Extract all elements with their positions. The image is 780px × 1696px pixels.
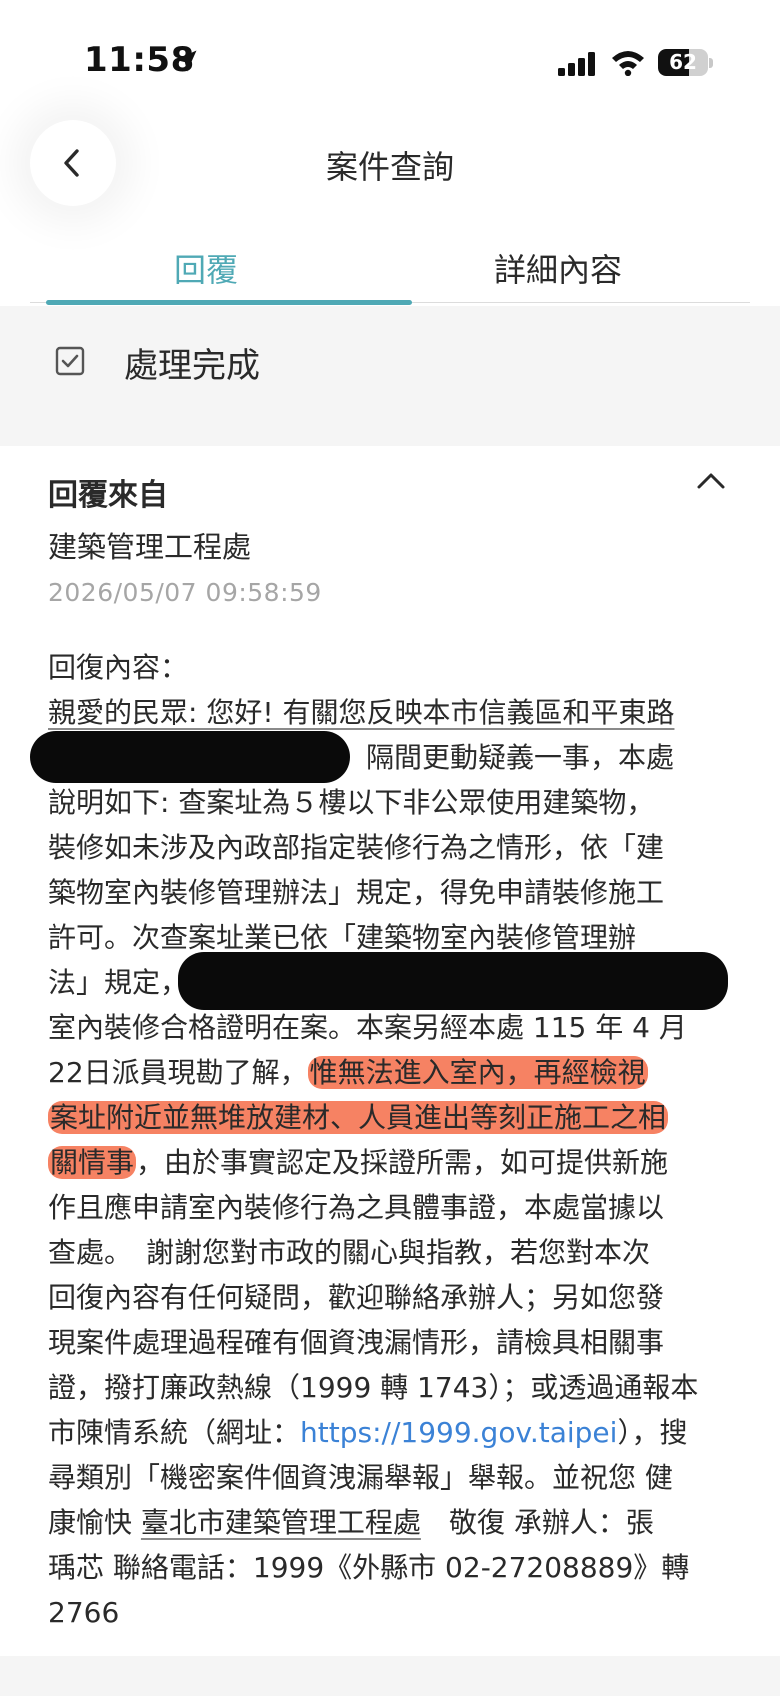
reply-line: 市陳情系統（網址：https://1999.gov.taipei），搜 (48, 1410, 738, 1455)
reply-from-label: 回覆來自 (48, 478, 168, 513)
battery-percent: 62 (669, 50, 697, 74)
reply-text: 說明如下: 查案址為５樓以下非公眾使用建築物， (48, 786, 655, 819)
reply-line: 現案件處理過程確有個資洩漏情形，請檢具相關事 (48, 1320, 738, 1365)
reply-line: 室內裝修合格證明在案。本案另經本處 115 年 4 月 (48, 1005, 738, 1050)
reply-text: 回復內容有任何疑問，歡迎聯絡承辦人；另如您發 (48, 1281, 665, 1314)
reply-line: 尋類別「機密案件個資洩漏舉報」舉報。並祝您 健 (48, 1455, 738, 1500)
reply-text: 證，撥打廉政熱線（1999 轉 1743）；或透過通報本 (48, 1371, 699, 1404)
reply-text: ，由於事實認定及採證所需，如可提供新施 (136, 1146, 669, 1179)
reply-text: 親愛的民眾: 您好! 有關您反映本市信義區和平東路 (48, 696, 675, 729)
redaction-mark (30, 731, 350, 783)
bottom-strip (0, 1656, 780, 1696)
reply-text: 室內裝修合格證明在案。本案另經本處 115 年 4 月 (48, 1011, 687, 1044)
reply-line: 查處。 謝謝您對市政的關心與指教，若您對本次 (48, 1230, 738, 1275)
reply-text: 22日派員現勘了解， (48, 1056, 308, 1089)
reply-text: ），搜 (617, 1416, 688, 1449)
status-bar: 11:58 62 (0, 0, 780, 120)
reply-text: 尋類別「機密案件個資洩漏舉報」舉報。並祝您 健 (48, 1461, 673, 1494)
reply-text: 敬復 承辦人：張 (420, 1506, 654, 1539)
reply-text: 作且應申請室內裝修行為之具體事證，本處當據以 (48, 1191, 665, 1224)
highlighted-text: 關情事 (48, 1146, 137, 1179)
case-status-section: 處理完成 (0, 306, 780, 446)
highlighted-text: 惟無法進入室內，再經檢視 (307, 1056, 648, 1089)
reply-text: 現案件處理過程確有個資洩漏情形，請檢具相關事 (48, 1326, 665, 1359)
reply-text: 查處。 謝謝您對市政的關心與指教，若您對本次 (48, 1236, 651, 1269)
reply-text: 築物室內裝修管理辦法」規定，得免申請裝修施工 (48, 876, 665, 909)
petition-site-link[interactable]: https://1999.gov.taipei (300, 1416, 617, 1449)
reply-line: 回復內容有任何疑問，歡迎聯絡承辦人；另如您發 (48, 1275, 738, 1320)
reply-text: 法」規定， (48, 966, 189, 999)
reply-line: 證，撥打廉政熱線（1999 轉 1743）；或透過通報本 (48, 1365, 738, 1410)
reply-text: 隔間更動疑義一事，本處 (366, 741, 675, 774)
reply-line: 2766 (48, 1590, 738, 1635)
wifi-icon (612, 51, 644, 76)
reply-line: 裝修如未涉及內政部指定裝修行為之情形，依「建 (48, 825, 738, 870)
reply-text: 裝修如未涉及內政部指定裝修行為之情形，依「建 (48, 831, 665, 864)
reply-text: 許可。次查案址業已依「建築物室內裝修管理辦 (48, 921, 637, 954)
reply-line: 案址附近並無堆放建材、人員進出等刻正施工之相 (48, 1095, 738, 1140)
reply-text: 瑀芯 聯絡電話：1999《外縣市 02-27208889》轉 (48, 1551, 690, 1584)
tab-bar: 回覆 詳細內容 (30, 240, 750, 306)
battery-cap (709, 58, 713, 68)
chevron-up-icon[interactable] (696, 468, 726, 492)
checkbox-checked-icon (55, 346, 85, 376)
redaction-mark (178, 952, 728, 1010)
page-title: 案件查詢 (325, 148, 454, 186)
reply-line: 作且應申請室內裝修行為之具體事證，本處當據以 (48, 1185, 738, 1230)
reply-department: 建築管理工程處 (48, 530, 252, 564)
reply-line: 22日派員現勘了解，惟無法進入室內，再經檢視 (48, 1050, 738, 1095)
active-tab-indicator (46, 300, 412, 305)
reply-line: 親愛的民眾: 您好! 有關您反映本市信義區和平東路 (48, 690, 738, 735)
case-status-label: 處理完成 (124, 346, 260, 386)
reply-body: 親愛的民眾: 您好! 有關您反映本市信義區和平東路 隔間更動疑義一事，本處 說明… (30, 690, 738, 1635)
reply-timestamp: 2026/05/07 09:58:59 (48, 578, 322, 607)
reply-text: 市陳情系統（網址： (48, 1416, 301, 1449)
reply-line: 隔間更動疑義一事，本處 (30, 731, 738, 783)
reply-text: 2766 (48, 1596, 120, 1629)
tab-details[interactable]: 詳細內容 (382, 240, 734, 300)
signature-department: 臺北市建築管理工程處 (140, 1506, 421, 1539)
highlighted-text: 案址附近並無堆放建材、人員進出等刻正施工之相 (48, 1101, 669, 1134)
reply-line: 築物室內裝修管理辦法」規定，得免申請裝修施工 (48, 870, 738, 915)
reply-line: 法」規定， (48, 952, 738, 1010)
reply-line: 瑀芯 聯絡電話：1999《外縣市 02-27208889》轉 (48, 1545, 738, 1590)
reply-line: 康愉快 臺北市建築管理工程處 敬復 承辦人：張 (48, 1500, 738, 1545)
signal-icon (558, 52, 595, 76)
reply-text: 康愉快 (48, 1506, 133, 1539)
location-arrow-icon (175, 50, 197, 72)
reply-line: 說明如下: 查案址為５樓以下非公眾使用建築物， (48, 780, 738, 825)
tab-reply[interactable]: 回覆 (30, 240, 382, 300)
reply-line: 關情事，由於事實認定及採證所需，如可提供新施 (48, 1140, 738, 1185)
reply-content-heading: 回復內容： (48, 651, 189, 684)
reply-card: 回覆來自 建築管理工程處 2026/05/07 09:58:59 回復內容： 親… (0, 446, 780, 1656)
battery-icon: 62 (658, 49, 708, 76)
